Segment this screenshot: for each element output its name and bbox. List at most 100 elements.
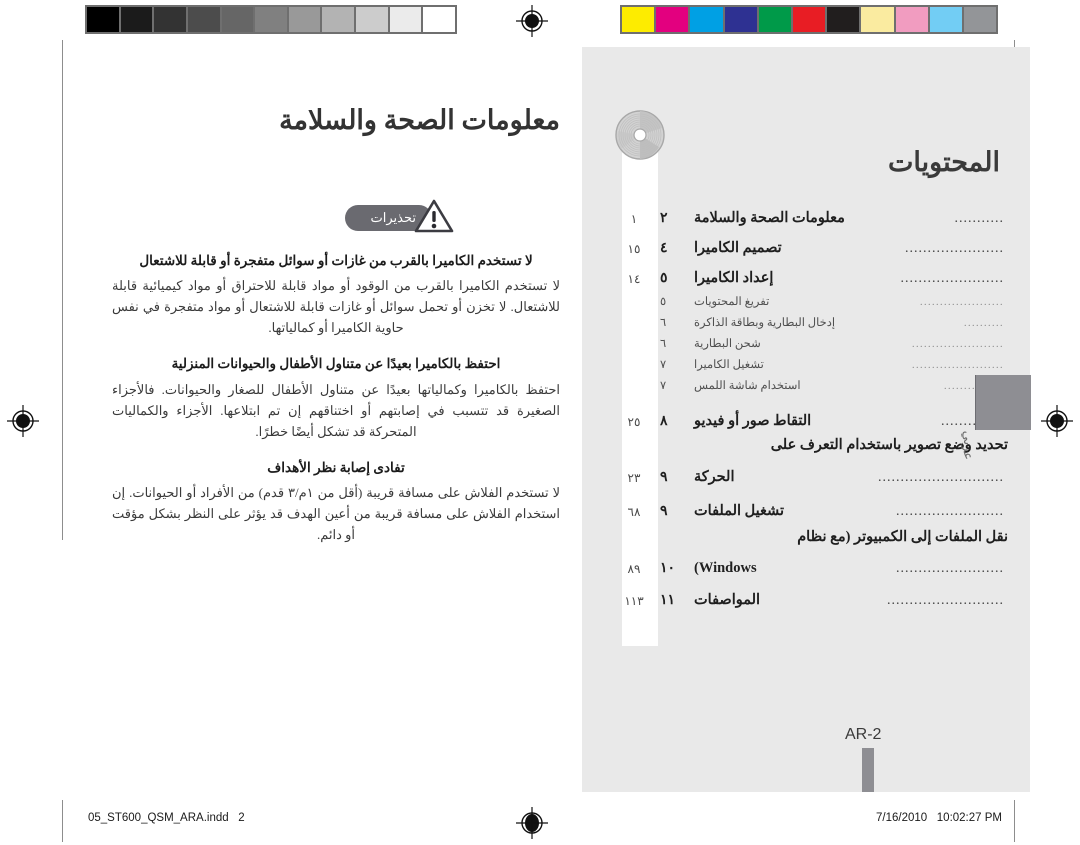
grayscale-swatch-3 [187,7,220,32]
toc-entry[interactable]: تحديد وضع تصوير باستخدام التعرف على الحر… [608,436,1008,486]
toc-leader-dots: ........................ [896,503,1004,519]
color-swatch-1 [656,7,689,32]
toc-entry[interactable]: نقل الملفات إلى الكمبيوتر (مع نظام Windo… [608,528,1008,578]
toc-entry-label-line1: نقل الملفات إلى الكمبيوتر (مع نظام [797,528,1008,545]
compact-disc-icon [614,109,666,161]
toc-entry[interactable]: المواصفات .......................... ١١ … [608,579,1008,609]
toc-entry-page: ٢ [660,211,668,226]
safety-section-body: لا تستخدم الكاميرا بالقرب من الوقود أو م… [112,278,560,336]
safety-section-body: احتفظ بالكاميرا وكمالياتها بعيدًا عن متن… [112,381,560,439]
toc-leader-dots: ....................... [912,360,1004,371]
toc-entry-label: المواصفات [694,592,761,609]
toc-leader-dots: .......... [964,318,1004,329]
language-tab-label: عربي [961,430,976,460]
toc-entry-page: ٥ [660,271,668,286]
toc-leader-dots: ....................... [900,271,1004,286]
grayscale-swatch-0 [87,7,119,32]
grayscale-swatch-4 [221,7,254,32]
footer-timestamp: 7/16/2010 10:02:27 PM [876,812,1002,824]
toc-entry[interactable]: تفريغ المحتويات ..................... ٥ [608,287,1008,308]
color-swatch-3 [724,7,757,32]
toc-entry-page: ٩ [660,503,668,519]
footer-rule-right [1014,800,1015,842]
toc-entry-page: ١٠ [660,561,676,577]
grayscale-swatch-9 [389,7,422,32]
right-page: المحتويات معلومات الصحة والسلامة .......… [582,47,1030,792]
color-swatch-5 [792,7,826,32]
color-swatch-10 [963,7,997,32]
toc-entry-page: ٧ [660,359,667,371]
toc-entry[interactable]: معلومات الصحة والسلامة ........... ٢ ١ [608,197,1008,227]
toc-entry-label: إدخال البطارية وبطاقة الذاكرة [694,317,836,329]
color-swatch-0 [622,7,655,32]
page-marker-bar [862,748,874,792]
toc-entry[interactable]: استخدام شاشة اللمس ............... ٧ [608,371,1008,392]
grayscale-swatch-7 [322,7,355,32]
toc-entry-label: التقاط صور أو فيديو [694,413,812,429]
toc-entry-page: ٧ [660,380,667,392]
color-calibration-bar [620,5,998,34]
toc-entry-ref: ١٤ [627,272,641,286]
toc-leader-dots: ...................... [905,241,1004,256]
safety-section: لا تستخدم الكاميرا بالقرب من غازات أو سو… [112,252,560,338]
page-title: معلومات الصحة والسلامة [279,105,560,135]
grayscale-swatch-1 [120,7,153,32]
toc-entry-label-line2: Windows) [694,560,757,577]
color-swatch-6 [827,7,860,32]
safety-section-heading: لا تستخدم الكاميرا بالقرب من غازات أو سو… [139,253,533,268]
toc-entry-label-line1: تحديد وضع تصوير باستخدام التعرف على [770,437,1008,453]
toc-leader-dots: .......................... [887,593,1004,609]
toc-leader-dots: ........................ [896,561,1004,577]
toc-entry-label: تصميم الكاميرا [694,240,782,256]
toc-entry-page: ٩ [660,469,668,485]
toc-leader-dots: ........... [954,211,1004,226]
toc-entry-label: تشغيل الملفات [694,502,784,519]
toc-entry-page: ٥ [660,296,667,308]
registration-mark-left [6,404,40,438]
toc-entry-page: ١١ [660,593,676,609]
toc-entry-ref: ١١٣ [624,594,644,609]
grayscale-swatch-10 [423,7,456,32]
warning-triangle-icon [414,199,454,238]
toc-entry-ref: ٦٨ [627,504,641,519]
toc-entry-label: تشغيل الكاميرا [694,359,764,371]
toc-entry[interactable]: تشغيل الملفات ........................ ٩… [608,490,1008,520]
page-number-marker: AR-2 [845,726,882,743]
color-swatch-9 [929,7,962,32]
safety-section-body: لا تستخدم الفلاش على مسافة قريبة (أقل من… [112,484,561,543]
footer-filename: 05_ST600_QSM_ARA.indd 2 [88,812,245,824]
safety-section-heading: تفادى إصابة نظر الأهداف [267,459,405,475]
grayscale-swatch-8 [356,7,388,32]
toc-entry-ref: ٢٣ [627,470,641,485]
registration-mark-right [1040,404,1074,438]
toc-entry-page: ٨ [660,414,668,429]
toc-entry[interactable]: التقاط صور أو فيديو .............. ٨ ٢٥ [608,400,1008,430]
color-swatch-7 [861,7,894,32]
color-swatch-2 [690,7,723,32]
footer-rule-left [62,800,63,842]
toc-leader-dots: ..................... [920,297,1004,308]
safety-section: تفادى إصابة نظر الأهداف لا تستخدم الفلاش… [112,459,560,545]
toc-entry-page: ٦ [660,317,667,329]
safety-section-heading: احتفظ بالكاميرا بعيدًا عن متناول الأطفال… [171,356,501,372]
warnings-badge: تحذيرات [344,199,454,234]
registration-mark-bottom [515,806,549,840]
toc-title: المحتويات [887,147,1000,177]
toc-entry-label: إعداد الكاميرا [694,270,774,286]
color-swatch-4 [758,7,791,32]
toc-entry-ref: ١٥ [627,242,641,256]
toc-entry[interactable]: تشغيل الكاميرا ....................... ٧ [608,350,1008,371]
section-thumb-tab [975,375,1031,430]
toc-entry[interactable]: تصميم الكاميرا ...................... ٤ … [608,227,1008,257]
registration-mark-top [515,4,549,38]
table-of-contents: معلومات الصحة والسلامة ........... ٢ ١ ت… [608,197,1008,609]
toc-entry-label: استخدام شاشة اللمس [694,380,801,392]
toc-entry-ref: ٨٩ [627,562,641,577]
toc-entry[interactable]: إعداد الكاميرا ....................... ٥… [608,257,1008,287]
toc-entry[interactable]: إدخال البطارية وبطاقة الذاكرة ..........… [608,308,1008,329]
toc-entry[interactable]: شحن البطارية ....................... ٦ [608,329,1008,350]
toc-entry-ref: ١ [630,212,638,226]
toc-entry-label: معلومات الصحة والسلامة [694,210,845,226]
grayscale-swatch-2 [154,7,186,32]
left-page: معلومات الصحة والسلامة تحذيرات لا تستخدم… [78,47,582,792]
